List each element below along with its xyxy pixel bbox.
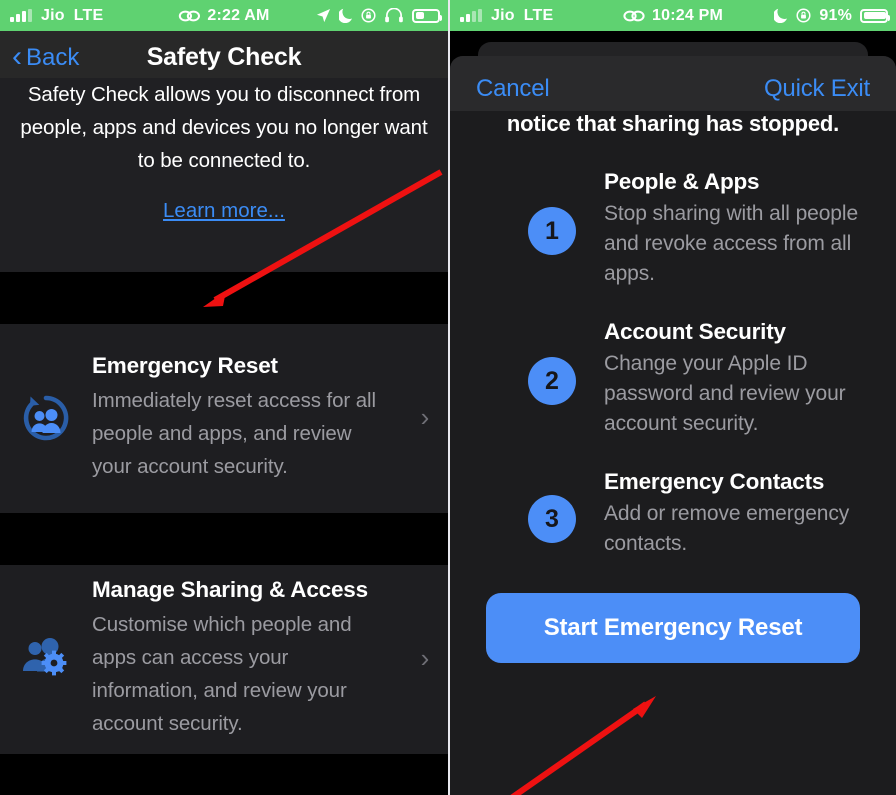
- quick-exit-button[interactable]: Quick Exit: [764, 75, 870, 103]
- status-right-group-2: 91%: [773, 6, 890, 25]
- start-emergency-reset-button[interactable]: Start Emergency Reset: [486, 593, 860, 663]
- step-description: Stop sharing with all people and revoke …: [604, 202, 859, 285]
- manage-sharing-row[interactable]: Manage Sharing & Access Customise which …: [0, 565, 448, 754]
- right-content: Cancel Quick Exit notice that sharing ha…: [450, 31, 896, 795]
- manage-sharing-title: Manage Sharing & Access: [92, 577, 368, 602]
- left-content: Safety Check allows you to disconnect fr…: [0, 78, 448, 789]
- page-title: Safety Check: [146, 43, 302, 71]
- manage-sharing-text: Manage Sharing & Access Customise which …: [92, 577, 402, 740]
- step-text: Account Security Change your Apple ID pa…: [604, 317, 872, 439]
- step-number-badge: 3: [528, 495, 576, 543]
- chevron-right-icon-2: ›: [420, 643, 430, 673]
- step-title: Emergency Contacts: [604, 469, 825, 494]
- steps-list: 1 People & Apps Stop sharing with all pe…: [450, 137, 896, 559]
- cta-container: Start Emergency Reset: [450, 587, 896, 663]
- status-left-group-2: Jio LTE: [460, 7, 553, 25]
- step-text: Emergency Contacts Add or remove emergen…: [604, 467, 872, 559]
- right-phone-screenshot: Jio LTE 10:24 PM 91% Cancel Quick Exit n…: [448, 0, 896, 795]
- carrier-label: Jio: [491, 6, 515, 24]
- signal-bars-icon: [460, 9, 482, 22]
- step-description: Change your Apple ID password and review…: [604, 352, 846, 435]
- left-phone-screenshot: Jio LTE 2:22 AM ‹ Back Safety Check Safe…: [0, 0, 448, 795]
- step-title: Account Security: [604, 319, 786, 344]
- navigation-bar: ‹ Back Safety Check: [0, 31, 448, 84]
- step-number-badge: 2: [528, 357, 576, 405]
- link-icon: [623, 9, 645, 23]
- step-number-badge: 1: [528, 207, 576, 255]
- lock-rotation-icon: [796, 8, 811, 23]
- step-text: People & Apps Stop sharing with all peop…: [604, 167, 872, 289]
- step-item: 3 Emergency Contacts Add or remove emerg…: [450, 467, 896, 559]
- step-item: 1 People & Apps Stop sharing with all pe…: [450, 167, 896, 289]
- location-arrow-icon: [316, 8, 331, 23]
- network-type-label: LTE: [73, 6, 104, 24]
- step-item: 2 Account Security Change your Apple ID …: [450, 317, 896, 439]
- clock-label: 2:22 AM: [207, 6, 270, 24]
- sheet-body: notice that sharing has stopped. 1 Peopl…: [450, 111, 896, 795]
- step-title: People & Apps: [604, 169, 760, 194]
- section-gap-2: [0, 513, 448, 565]
- status-left-group: Jio LTE: [10, 7, 103, 25]
- carrier-label: Jio: [41, 6, 65, 24]
- section-gap: [0, 272, 448, 324]
- emergency-reset-sheet: Cancel Quick Exit notice that sharing ha…: [450, 56, 896, 795]
- battery-icon: [860, 8, 890, 23]
- right-status-bar: Jio LTE 10:24 PM 91%: [450, 0, 896, 31]
- emergency-reset-description: Immediately reset access for all people …: [92, 388, 376, 478]
- battery-icon: [412, 8, 442, 23]
- learn-more-link[interactable]: Learn more...: [18, 199, 430, 223]
- lock-rotation-icon: [361, 8, 376, 23]
- emergency-reset-title: Emergency Reset: [92, 352, 278, 378]
- manage-sharing-description: Customise which people and apps can acce…: [92, 613, 352, 735]
- back-button[interactable]: ‹ Back: [12, 39, 80, 73]
- signal-bars-icon: [10, 9, 32, 22]
- status-center-group-2: 10:24 PM: [623, 7, 723, 25]
- clipped-scrolled-text: notice that sharing has stopped.: [506, 111, 840, 136]
- manage-sharing-icon: [0, 633, 92, 685]
- status-center-group: 2:22 AM: [178, 7, 269, 25]
- cancel-button[interactable]: Cancel: [476, 75, 550, 103]
- moon-icon: [337, 8, 353, 24]
- emergency-reset-text: Emergency Reset Immediately reset access…: [92, 353, 402, 483]
- left-status-bar: Jio LTE 2:22 AM: [0, 0, 448, 31]
- back-button-label: Back: [26, 43, 80, 71]
- moon-icon: [773, 8, 788, 24]
- chevron-right-icon: ›: [420, 402, 430, 432]
- emergency-reset-row[interactable]: Emergency Reset Immediately reset access…: [0, 324, 448, 513]
- emergency-reset-icon: [0, 392, 92, 444]
- network-type-label: LTE: [523, 6, 554, 24]
- battery-percent-label: 91%: [819, 6, 852, 24]
- link-icon: [178, 9, 201, 23]
- screenshot-root: Jio LTE 2:22 AM ‹ Back Safety Check Safe…: [0, 0, 896, 795]
- status-right-group: [316, 7, 442, 24]
- headphones-icon: [384, 7, 404, 23]
- intro-section: Safety Check allows you to disconnect fr…: [0, 78, 448, 272]
- chevron-left-icon: ‹: [12, 39, 22, 73]
- step-description: Add or remove emergency contacts.: [604, 502, 850, 555]
- clock-label: 10:24 PM: [652, 6, 723, 24]
- intro-text: Safety Check allows you to disconnect fr…: [20, 83, 428, 172]
